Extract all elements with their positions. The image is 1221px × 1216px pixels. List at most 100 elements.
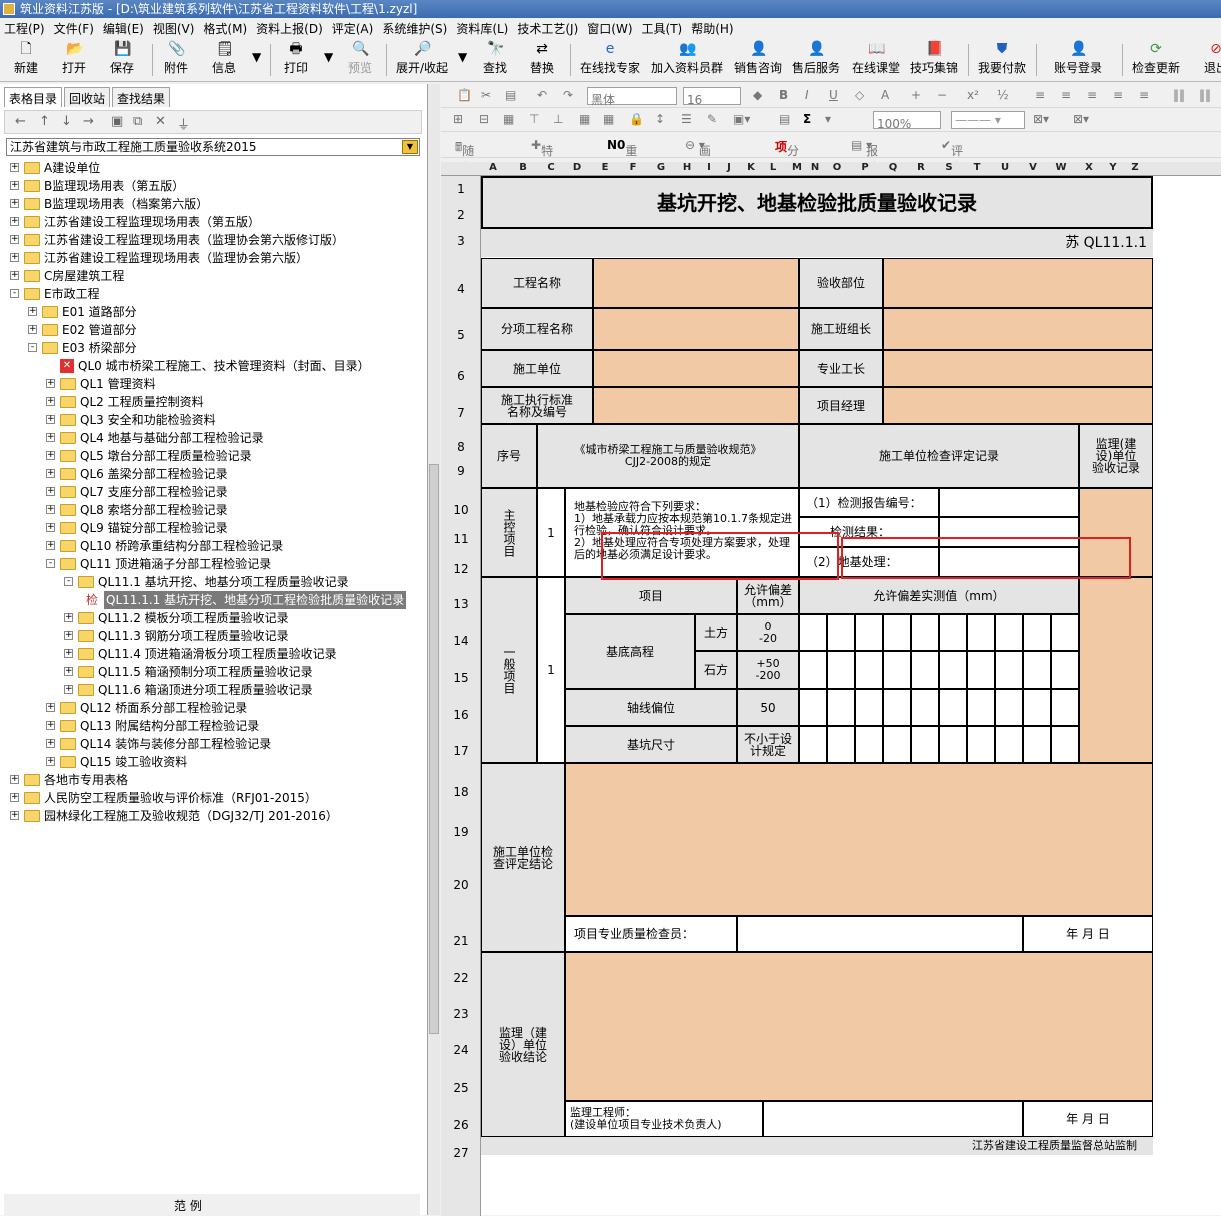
expand-icon[interactable]: + bbox=[46, 451, 55, 460]
cell-icon[interactable]: ▦ bbox=[503, 112, 514, 126]
pay-button[interactable]: ⛊ 我要付款 bbox=[978, 41, 1026, 79]
row-number[interactable]: 10 bbox=[441, 503, 481, 517]
info-button[interactable]: 🗒 信息 bbox=[212, 41, 236, 79]
expand-icon[interactable]: + bbox=[64, 685, 73, 694]
measured-value-cell[interactable] bbox=[855, 614, 883, 651]
paste-icon[interactable]: 📋 bbox=[457, 88, 472, 102]
tree-item[interactable]: + QL1 管理资料 bbox=[8, 375, 420, 393]
grid-icon[interactable]: ‖‖ bbox=[1199, 88, 1211, 102]
new-button[interactable]: 🗋 新建 bbox=[14, 41, 38, 79]
report-no-field[interactable] bbox=[939, 488, 1079, 517]
row-number[interactable]: 24 bbox=[441, 1043, 481, 1057]
fraction-icon[interactable]: ½ bbox=[997, 88, 1009, 102]
column-header[interactable]: X bbox=[1079, 162, 1099, 173]
tree-item[interactable]: ✕ QL0 城市桥梁工程施工、技术管理资料（封面、目录） bbox=[8, 357, 420, 375]
column-header[interactable]: W bbox=[1051, 162, 1071, 173]
engineer-field[interactable] bbox=[763, 1101, 1023, 1137]
table-icon[interactable]: ▦ bbox=[579, 112, 590, 126]
tree-item[interactable]: + QL10 桥跨承重结构分部工程检验记录 bbox=[8, 537, 420, 555]
column-header[interactable]: S bbox=[939, 162, 959, 173]
measured-value-cell[interactable] bbox=[1051, 614, 1079, 651]
constructor-field[interactable] bbox=[593, 350, 799, 387]
column-header[interactable]: T bbox=[967, 162, 987, 173]
sheet-icon[interactable]: ▤ bbox=[779, 112, 790, 126]
tree-item[interactable]: + QL5 墩台分部工程质量检验记录 bbox=[8, 447, 420, 465]
expand-icon[interactable]: + bbox=[10, 253, 19, 262]
chevron-down-icon[interactable]: ▼ bbox=[402, 140, 418, 154]
lock-icon[interactable]: 🔒 bbox=[629, 112, 644, 126]
expand-icon[interactable]: + bbox=[10, 217, 19, 226]
down-arrow-icon[interactable]: ↓ bbox=[61, 114, 72, 129]
foreman-field[interactable] bbox=[883, 350, 1153, 387]
tree-item[interactable]: - E市政工程 bbox=[8, 285, 420, 303]
align-left-icon[interactable]: ≡ bbox=[1035, 88, 1045, 102]
image-icon[interactable]: ▣▾ bbox=[733, 112, 750, 126]
clipboard-icon[interactable]: ▤ bbox=[505, 88, 516, 102]
expand-icon[interactable]: + bbox=[46, 505, 55, 514]
expand-collapse-button[interactable]: 🔎 展开/收起 bbox=[396, 41, 448, 79]
measured-value-cell[interactable] bbox=[911, 726, 939, 763]
tree-item[interactable]: + QL13 附属结构分部工程检验记录 bbox=[8, 717, 420, 735]
menu-item[interactable]: 窗口(W) bbox=[587, 20, 632, 37]
tree-item[interactable]: + 江苏省建设工程监理现场用表（监理协会第六版修订版） bbox=[8, 231, 420, 249]
scroll-thumb[interactable] bbox=[429, 464, 439, 1034]
measured-value-cell[interactable] bbox=[827, 651, 855, 689]
standard-field[interactable] bbox=[593, 387, 799, 424]
expand-icon[interactable]: + bbox=[46, 739, 55, 748]
column-header[interactable]: U bbox=[995, 162, 1015, 173]
left-tab[interactable]: 回收站 bbox=[64, 87, 111, 107]
tree-item[interactable]: + QL11.4 顶进箱涵滑板分项工程质量验收记录 bbox=[8, 645, 420, 663]
measured-value-cell[interactable] bbox=[911, 689, 939, 726]
tree-item[interactable]: + QL14 装饰与装修分部工程检验记录 bbox=[8, 735, 420, 753]
sigma-dropdown[interactable]: ▾ bbox=[825, 112, 831, 126]
column-header[interactable]: V bbox=[1023, 162, 1043, 173]
tree-item[interactable]: + 园林绿化工程施工及验收规范（DGJ32/TJ 201-2016） bbox=[8, 807, 420, 825]
expand-icon[interactable]: + bbox=[46, 379, 55, 388]
tree-scrollbar[interactable] bbox=[428, 84, 440, 1215]
bold-icon[interactable]: B bbox=[779, 88, 788, 102]
measured-value-cell[interactable] bbox=[855, 651, 883, 689]
menu-item[interactable]: 帮助(H) bbox=[691, 20, 733, 37]
measured-value-cell[interactable] bbox=[799, 651, 827, 689]
after-sale-button[interactable]: 👤 售后服务 bbox=[792, 41, 840, 79]
find-button[interactable]: 🔭 查找 bbox=[483, 41, 507, 79]
border-icon[interactable]: ⊠▾ bbox=[1033, 112, 1049, 126]
measured-value-cell[interactable] bbox=[1051, 689, 1079, 726]
tree-item[interactable]: + QL9 锚锭分部工程检验记录 bbox=[8, 519, 420, 537]
sub-item-button[interactable]: 项分部分项 bbox=[775, 138, 799, 209]
tree-item[interactable]: + QL8 索塔分部工程检验记录 bbox=[8, 501, 420, 519]
zoom-select[interactable]: 100% bbox=[873, 111, 941, 131]
measured-value-cell[interactable] bbox=[939, 651, 967, 689]
expand-icon[interactable]: + bbox=[64, 613, 73, 622]
evaluate-button[interactable]: ✔ 评定 bbox=[941, 138, 963, 175]
accept-part-field[interactable] bbox=[883, 258, 1153, 308]
column-icon[interactable]: ‖‖ bbox=[1173, 88, 1185, 102]
renumber-button[interactable]: N0 重新编号 bbox=[607, 138, 637, 209]
menu-item[interactable]: 资料库(L) bbox=[456, 20, 508, 37]
column-header[interactable]: N bbox=[805, 162, 825, 173]
expand-dropdown[interactable]: ▼ bbox=[458, 50, 467, 88]
column-header[interactable]: G bbox=[651, 162, 671, 173]
menu-item[interactable]: 工程(P) bbox=[4, 20, 45, 37]
measured-value-cell[interactable] bbox=[967, 689, 995, 726]
row-number[interactable]: 26 bbox=[441, 1118, 481, 1132]
main-supervisor-field[interactable] bbox=[1079, 488, 1153, 577]
menu-item[interactable]: 文件(F) bbox=[54, 20, 94, 37]
sub-project-field[interactable] bbox=[593, 308, 799, 350]
expand-icon[interactable]: + bbox=[46, 469, 55, 478]
tree-item[interactable]: + QL6 盖梁分部工程检验记录 bbox=[8, 465, 420, 483]
tree-item[interactable]: + C房屋建筑工程 bbox=[8, 267, 420, 285]
expand-icon[interactable]: + bbox=[46, 487, 55, 496]
column-header[interactable]: E bbox=[595, 162, 615, 173]
merge-icon[interactable]: ⊞ bbox=[453, 112, 463, 126]
sigma-icon[interactable]: Σ bbox=[803, 112, 811, 126]
format-brush-icon[interactable]: ◆ bbox=[753, 88, 762, 102]
font-select[interactable]: 黑体 bbox=[587, 87, 677, 107]
exit-button[interactable]: ⊘ 退出 bbox=[1204, 41, 1221, 79]
collapse-icon[interactable]: - bbox=[28, 343, 37, 352]
expand-icon[interactable]: + bbox=[46, 415, 55, 424]
tree-item[interactable]: + QL11.2 模板分项工程质量验收记录 bbox=[8, 609, 420, 627]
menu-item[interactable]: 系统维护(S) bbox=[382, 20, 447, 37]
collapse-icon[interactable]: - bbox=[10, 289, 19, 298]
random-number-button[interactable]: 🖩 随机数 bbox=[455, 138, 474, 192]
